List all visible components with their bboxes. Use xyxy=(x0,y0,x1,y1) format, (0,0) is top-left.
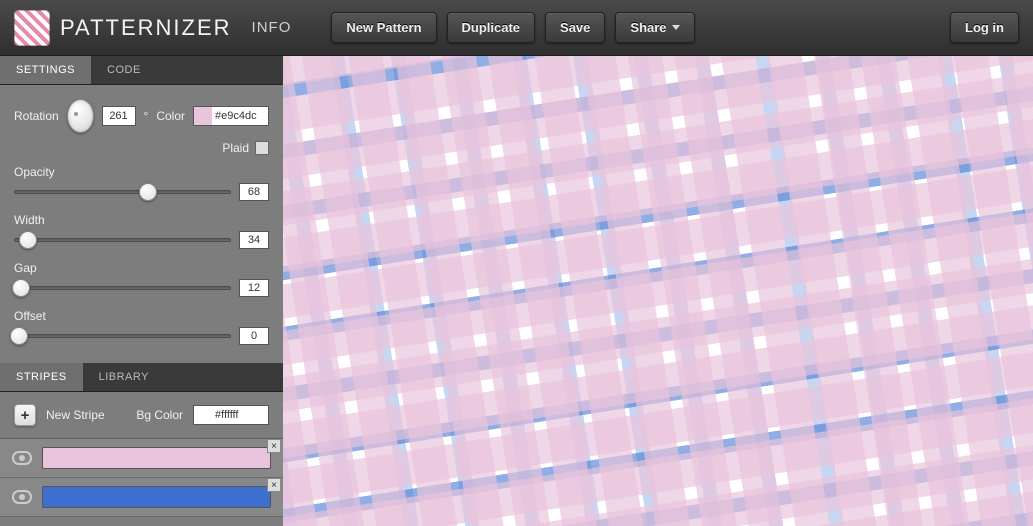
opacity-slider[interactable] xyxy=(14,190,231,194)
top-actions: New Pattern Duplicate Save Share xyxy=(331,12,694,43)
offset-thumb[interactable] xyxy=(10,327,28,345)
login-button[interactable]: Log in xyxy=(950,12,1019,43)
stripe-item[interactable]: × xyxy=(0,478,283,517)
tabs-stripes-library: STRIPES LIBRARY xyxy=(0,363,283,392)
bgcolor-field[interactable] xyxy=(193,405,269,425)
sidebar: SETTINGS CODE Rotation ° Color Plaid Opa xyxy=(0,56,283,526)
stripes-header: + New Stripe Bg Color xyxy=(0,392,283,438)
logo-text: PATTERNIZER xyxy=(60,15,232,41)
tabs-settings-code: SETTINGS CODE xyxy=(0,56,283,85)
opacity-value[interactable] xyxy=(239,183,269,201)
tab-settings[interactable]: SETTINGS xyxy=(0,56,91,84)
plaid-checkbox[interactable] xyxy=(255,141,269,155)
new-pattern-button[interactable]: New Pattern xyxy=(331,12,436,43)
save-button[interactable]: Save xyxy=(545,12,605,43)
visibility-icon[interactable] xyxy=(12,490,32,504)
plaid-label: Plaid xyxy=(222,141,249,155)
login-label: Log in xyxy=(965,20,1004,35)
offset-value[interactable] xyxy=(239,327,269,345)
remove-stripe-button[interactable]: × xyxy=(267,478,281,492)
chevron-down-icon xyxy=(672,25,680,30)
new-pattern-label: New Pattern xyxy=(346,20,421,35)
stripe-item[interactable]: × xyxy=(0,439,283,478)
width-label: Width xyxy=(14,213,269,227)
offset-label: Offset xyxy=(14,309,269,323)
settings-panel: Rotation ° Color Plaid Opacity xyxy=(0,85,283,363)
color-field[interactable] xyxy=(193,106,269,126)
visibility-icon[interactable] xyxy=(12,451,32,465)
pattern-canvas xyxy=(283,56,1033,526)
share-button[interactable]: Share xyxy=(615,12,694,43)
share-label: Share xyxy=(630,20,666,35)
duplicate-button[interactable]: Duplicate xyxy=(447,12,536,43)
width-value[interactable] xyxy=(239,231,269,249)
info-link[interactable]: INFO xyxy=(252,19,292,36)
opacity-thumb[interactable] xyxy=(139,183,157,201)
gap-slider[interactable] xyxy=(14,286,231,290)
stripe-list: × × xyxy=(0,438,283,517)
degree-symbol: ° xyxy=(144,109,149,123)
color-swatch xyxy=(194,107,212,125)
rotation-knob[interactable] xyxy=(67,99,94,133)
width-slider[interactable] xyxy=(14,238,231,242)
color-hex-input[interactable] xyxy=(212,107,268,125)
bgcolor-label: Bg Color xyxy=(136,408,183,422)
duplicate-label: Duplicate xyxy=(462,20,521,35)
color-label: Color xyxy=(156,109,185,123)
tab-stripes[interactable]: STRIPES xyxy=(0,363,83,391)
tab-code[interactable]: CODE xyxy=(91,56,157,84)
topbar: PATTERNIZER INFO New Pattern Duplicate S… xyxy=(0,0,1033,56)
stripe-swatch[interactable] xyxy=(42,486,271,508)
save-label: Save xyxy=(560,20,590,35)
stripe-swatch[interactable] xyxy=(42,447,271,469)
rotation-input[interactable] xyxy=(102,106,136,126)
width-thumb[interactable] xyxy=(19,231,37,249)
bgcolor-swatch xyxy=(194,406,212,424)
opacity-label: Opacity xyxy=(14,165,269,179)
offset-slider[interactable] xyxy=(14,334,231,338)
bgcolor-hex-input[interactable] xyxy=(212,406,268,424)
new-stripe-label: New Stripe xyxy=(46,408,105,422)
logo-block: PATTERNIZER xyxy=(14,10,232,46)
add-stripe-button[interactable]: + xyxy=(14,404,36,426)
gap-label: Gap xyxy=(14,261,269,275)
tab-library[interactable]: LIBRARY xyxy=(83,363,165,391)
remove-stripe-button[interactable]: × xyxy=(267,439,281,453)
rotation-label: Rotation xyxy=(14,109,59,123)
gap-value[interactable] xyxy=(239,279,269,297)
gap-thumb[interactable] xyxy=(12,279,30,297)
logo-icon xyxy=(14,10,50,46)
